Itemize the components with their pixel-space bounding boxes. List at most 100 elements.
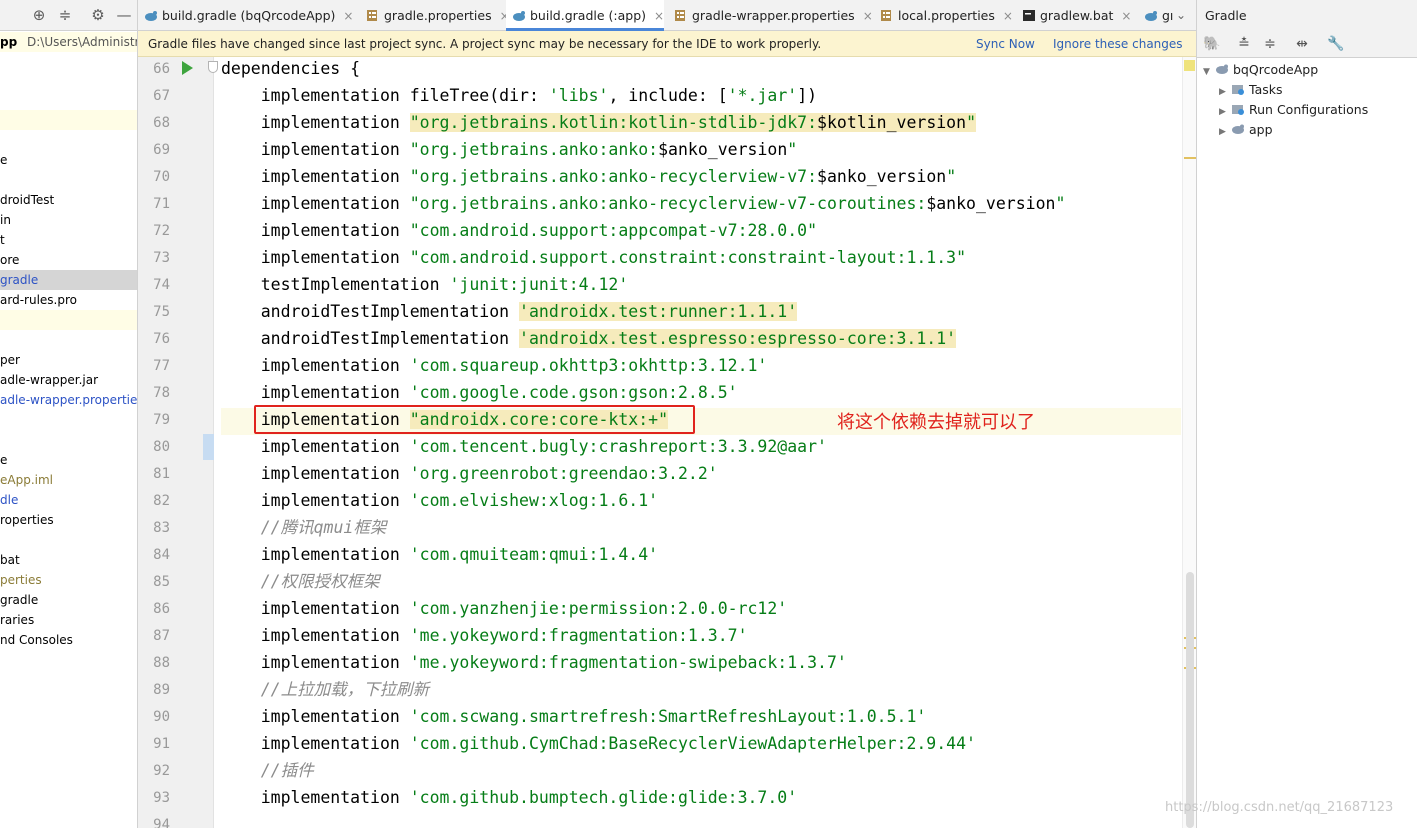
code-line[interactable]: implementation 'com.tencent.bugly:crashr…	[221, 435, 1181, 462]
line-number: 90	[153, 709, 170, 725]
code-string: 'com.elvishew:xlog:1.6.1'	[409, 491, 659, 510]
project-tree-item[interactable]: in	[0, 210, 137, 230]
project-tree-item[interactable]: e	[0, 150, 137, 170]
editor-tab-label: build.gradle (:app)	[530, 8, 647, 23]
gradle-tree-item[interactable]: ▶ app	[1219, 120, 1273, 140]
project-tree-item[interactable]: ore	[0, 250, 137, 270]
collapsed-arrow-icon[interactable]: ▶	[1219, 102, 1231, 122]
code-line[interactable]: implementation "org.jetbrains.anko:anko-…	[221, 165, 1181, 192]
sync-now-link[interactable]: Sync Now	[976, 31, 1035, 57]
project-tree-item-label: dle	[0, 493, 19, 507]
code-line[interactable]: implementation fileTree(dir: 'libs', inc…	[221, 84, 1181, 111]
code-line[interactable]: implementation 'me.yokeyword:fragmentati…	[221, 624, 1181, 651]
collapse-all-icon[interactable]: ≑	[56, 6, 74, 24]
gradle-tree-item[interactable]: ▶ Run Configurations	[1219, 100, 1368, 120]
code-string: "com.android.support:appcompat-v7:28.0.0…	[409, 221, 818, 240]
close-tab-icon[interactable]: ×	[1003, 9, 1013, 23]
code-string: 'com.google.code.gson:gson:2.8.5'	[409, 383, 738, 402]
editor-tab-label: build.gradle (bqQrcodeApp)	[162, 8, 336, 23]
gradle-tree-item[interactable]: ▶ Tasks	[1219, 80, 1283, 100]
fold-marker-icon[interactable]	[208, 61, 218, 73]
project-tree-item[interactable]: perties	[0, 570, 137, 590]
code-line[interactable]: implementation "org.jetbrains.kotlin:kot…	[221, 111, 1181, 138]
project-tree-item[interactable]: gradle	[0, 270, 137, 290]
gear-icon[interactable]: ⚙	[89, 6, 107, 24]
minimize-icon[interactable]: —	[115, 6, 133, 24]
scrollbar-thumb[interactable]	[1186, 572, 1194, 828]
code-line[interactable]: implementation 'com.elvishew:xlog:1.6.1'	[221, 489, 1181, 516]
close-tab-icon[interactable]: ×	[654, 9, 664, 23]
code-line[interactable]: testImplementation 'junit:junit:4.12'	[221, 273, 1181, 300]
code-line[interactable]: implementation "androidx.core:core-ktx:+…	[221, 408, 1181, 435]
expand-all-icon[interactable]: ≛	[1235, 35, 1253, 53]
code-line[interactable]: implementation 'me.yokeyword:fragmentati…	[221, 651, 1181, 678]
editor-tab[interactable]: gradle.properties ×	[360, 0, 510, 31]
code-editor[interactable]: 66 67 68 69 70 71 72 73 74 75 76 77 78 79 80 81 82 83 84 85…	[138, 57, 1182, 828]
code-line[interactable]: implementation 'com.qmuiteam:qmui:1.4.4'	[221, 543, 1181, 570]
code-line[interactable]: implementation "com.android.support:appc…	[221, 219, 1181, 246]
editor-tab[interactable]: build.gradle (bqQrcodeApp) ×	[138, 0, 353, 31]
collapsed-arrow-icon[interactable]: ▶	[1219, 82, 1231, 102]
project-tree-item[interactable]: dle	[0, 490, 137, 510]
project-tree-item[interactable]: adle-wrapper.properties	[0, 390, 137, 410]
locate-target-icon[interactable]: ⊕	[30, 6, 48, 24]
code-line[interactable]: androidTestImplementation 'androidx.test…	[221, 327, 1181, 354]
editor-tab[interactable]: gradlew.bat ×	[1016, 0, 1131, 31]
code-line[interactable]: implementation 'org.greenrobot:greendao:…	[221, 462, 1181, 489]
project-tree-item[interactable]: eApp.iml	[0, 470, 137, 490]
close-tab-icon[interactable]: ×	[1121, 9, 1131, 23]
project-root-item[interactable]: pp D:\Users\Administra	[0, 32, 137, 52]
code-string: "	[787, 140, 798, 159]
code-line[interactable]: implementation 'com.yanzhenjie:permissio…	[221, 597, 1181, 624]
line-number: 79	[153, 412, 170, 428]
project-tree-item[interactable]: per	[0, 350, 137, 370]
code-line[interactable]: //插件	[221, 759, 1181, 786]
collapse-all-icon[interactable]: ≑	[1261, 35, 1279, 53]
code-line[interactable]: //腾讯qmui框架	[221, 516, 1181, 543]
project-tree-item[interactable]: gradle	[0, 590, 137, 610]
editor-tab[interactable]: local.properties ×	[874, 0, 1013, 31]
collapsed-arrow-icon[interactable]: ▶	[1219, 122, 1231, 142]
wrench-icon[interactable]: 🔧	[1327, 35, 1345, 53]
code-line[interactable]: implementation 'com.scwang.smartrefresh:…	[221, 705, 1181, 732]
project-tree-item[interactable]: bat	[0, 550, 137, 570]
gradle-elephant-icon[interactable]: 🐘	[1203, 35, 1221, 53]
gradle-elephant-icon	[1145, 11, 1157, 21]
editor-tab[interactable]: gı	[1138, 0, 1173, 31]
toggle-offline-icon[interactable]: ⇹	[1293, 35, 1311, 53]
project-tree-item[interactable]: t	[0, 230, 137, 250]
code-line[interactable]: implementation 'com.github.bumptech.glid…	[221, 786, 1181, 813]
ignore-changes-link[interactable]: Ignore these changes	[1053, 31, 1183, 57]
code-line[interactable]: dependencies {	[221, 57, 1181, 84]
editor-scrollbar[interactable]	[1182, 57, 1196, 828]
warning-marker[interactable]	[1184, 157, 1196, 159]
project-tree-item[interactable]: e	[0, 450, 137, 470]
code-token: $anko_version	[926, 194, 1056, 213]
code-line[interactable]: androidTestImplementation 'androidx.test…	[221, 300, 1181, 327]
code-line[interactable]: implementation "org.jetbrains.anko:anko-…	[221, 192, 1181, 219]
project-tree-item[interactable]: droidTest	[0, 190, 137, 210]
code-line[interactable]: //权限授权框架	[221, 570, 1181, 597]
code-line[interactable]: //上拉加载，下拉刷新	[221, 678, 1181, 705]
code-line[interactable]: implementation "org.jetbrains.anko:anko:…	[221, 138, 1181, 165]
line-number: 66	[153, 61, 170, 77]
project-tree-item[interactable]: nd Consoles	[0, 630, 137, 650]
project-tree-item[interactable]: ard-rules.pro	[0, 290, 137, 310]
code-line[interactable]: implementation "com.android.support.cons…	[221, 246, 1181, 273]
code-line[interactable]: implementation 'com.google.code.gson:gso…	[221, 381, 1181, 408]
inspection-status-icon[interactable]	[1184, 60, 1195, 71]
close-tab-icon[interactable]: ×	[343, 9, 353, 23]
expanded-arrow-icon[interactable]: ▼	[1203, 62, 1215, 82]
code-line[interactable]: implementation 'com.github.CymChad:BaseR…	[221, 732, 1181, 759]
tabs-overflow-chevron-icon[interactable]: ⌄	[1176, 8, 1186, 22]
editor-tab[interactable]: build.gradle (:app) ×	[506, 0, 665, 31]
close-tab-icon[interactable]: ×	[863, 9, 873, 23]
project-tree-item[interactable]: raries	[0, 610, 137, 630]
gradle-tree-item[interactable]: ▼ bqQrcodeApp	[1203, 60, 1318, 80]
run-arrow-icon[interactable]	[182, 61, 193, 75]
code-line[interactable]	[221, 813, 1181, 828]
project-tree-item[interactable]: roperties	[0, 510, 137, 530]
project-tree-item[interactable]: adle-wrapper.jar	[0, 370, 137, 390]
code-line[interactable]: implementation 'com.squareup.okhttp3:okh…	[221, 354, 1181, 381]
editor-tab[interactable]: gradle-wrapper.properties ×	[668, 0, 873, 31]
